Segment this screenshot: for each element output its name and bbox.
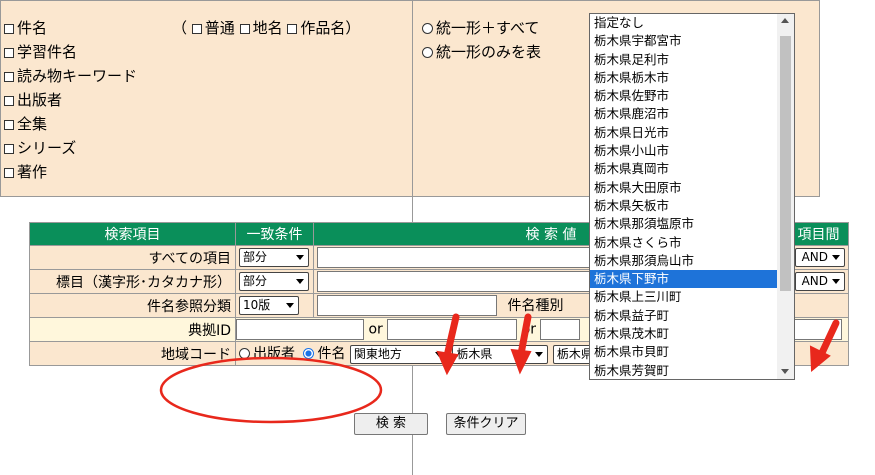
- arrow-2-head: [510, 348, 532, 375]
- arrow-1: [443, 313, 460, 360]
- arrow-3: [817, 319, 840, 359]
- arrow-1-head: [436, 350, 459, 376]
- arrow-2: [517, 313, 532, 358]
- annotation-overlay: [159, 313, 840, 424]
- annotation-circle: [159, 356, 383, 424]
